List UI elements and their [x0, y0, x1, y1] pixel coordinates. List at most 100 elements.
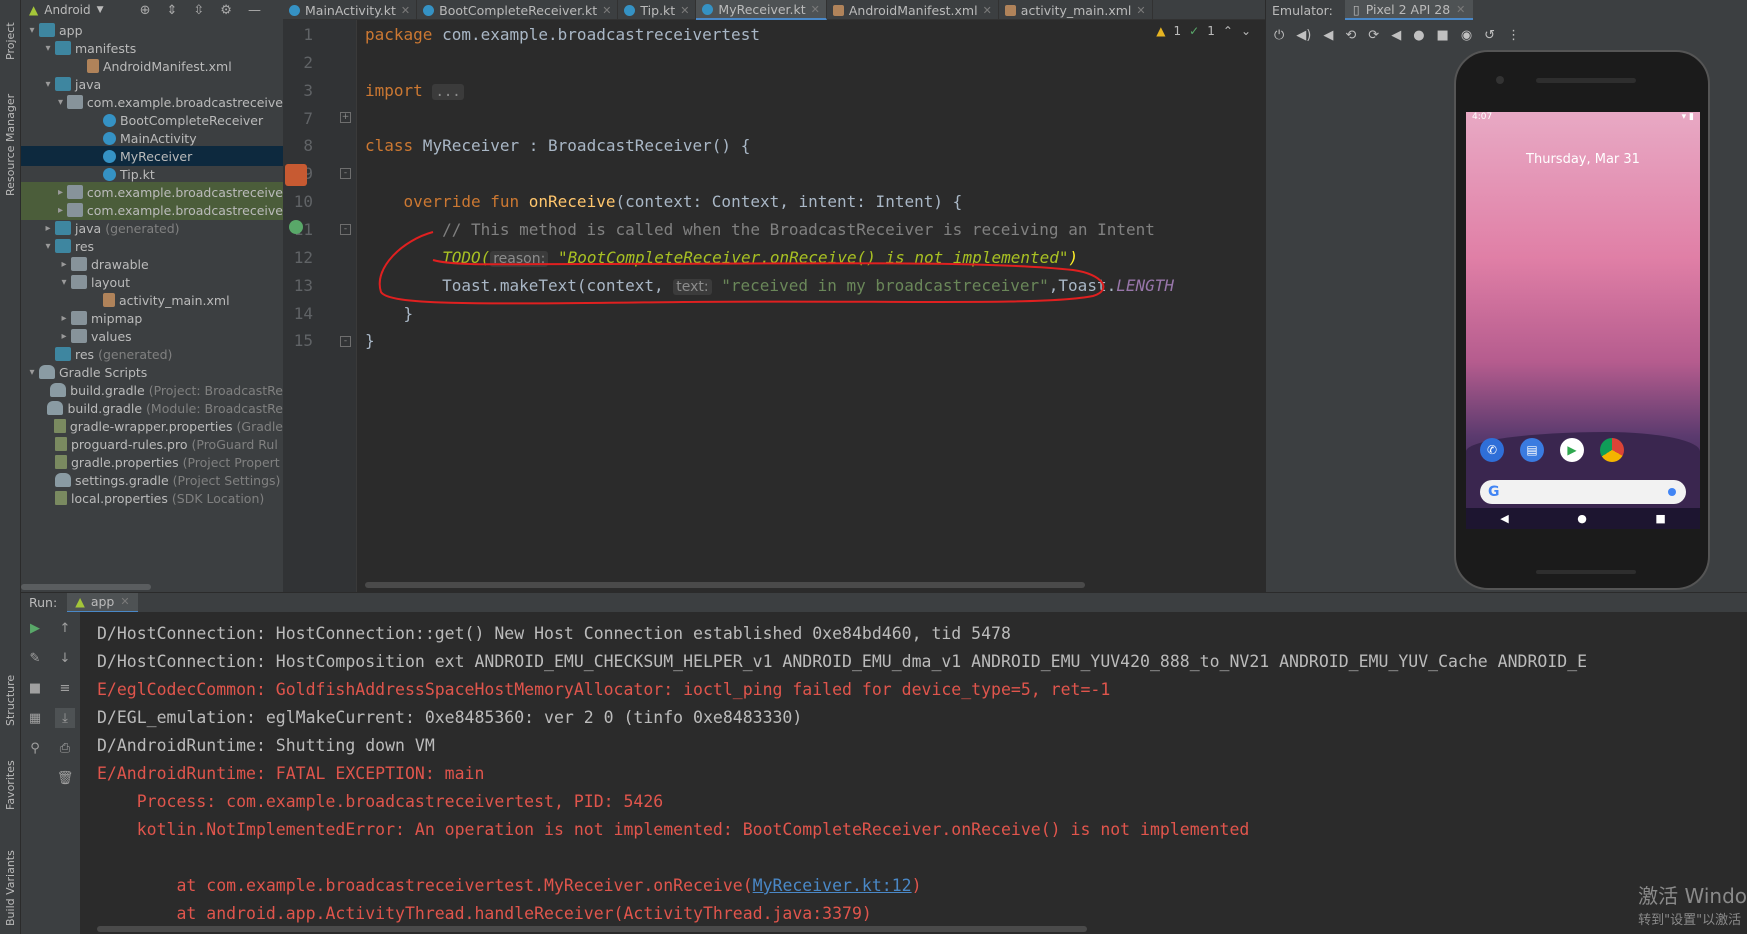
- editor-tab[interactable]: BootCompleteReceiver.kt ✕: [417, 0, 619, 20]
- chevron-right-icon[interactable]: ▸: [54, 205, 67, 216]
- tree-item[interactable]: ▸ com.example.broadcastreceive: [21, 182, 283, 202]
- scroll-up-icon[interactable]: ↑: [55, 618, 75, 638]
- editor-horizontal-scrollbar[interactable]: [365, 582, 1085, 588]
- tree-item[interactable]: ▾ app: [21, 20, 283, 40]
- device-tab[interactable]: ▯ Pixel 2 API 28 ✕: [1344, 0, 1474, 20]
- chevron-right-icon[interactable]: ▸: [41, 223, 55, 234]
- chrome-icon[interactable]: [1600, 438, 1624, 462]
- layout-icon[interactable]: ▦: [25, 708, 45, 728]
- scroll-to-end-icon[interactable]: ⤓: [55, 708, 75, 728]
- fold-fun-icon[interactable]: -: [340, 224, 351, 235]
- minimize-icon[interactable]: —: [248, 3, 261, 18]
- phone-app-icon[interactable]: ✆: [1480, 438, 1504, 462]
- fold-class-icon[interactable]: -: [340, 168, 351, 179]
- close-icon[interactable]: ✕: [811, 3, 820, 16]
- tree-item[interactable]: local.properties (SDK Location): [21, 488, 283, 508]
- tree-item[interactable]: MyReceiver: [21, 146, 283, 166]
- pin-icon[interactable]: ⚲: [25, 738, 45, 758]
- resource-manager-tool-tab[interactable]: Resource Manager: [2, 76, 19, 196]
- run-console[interactable]: D/HostConnection: HostConnection::get() …: [81, 612, 1747, 934]
- project-horizontal-scrollbar[interactable]: [21, 584, 151, 590]
- play-store-icon[interactable]: ▶: [1560, 438, 1584, 462]
- tree-item[interactable]: ▾ layout: [21, 272, 283, 292]
- close-icon[interactable]: ✕: [602, 4, 611, 17]
- editor-tab[interactable]: MainActivity.kt ✕: [283, 0, 418, 20]
- editor-tab[interactable]: Tip.kt ✕: [618, 0, 697, 20]
- tree-item[interactable]: ▾ Gradle Scripts: [21, 362, 283, 382]
- close-icon[interactable]: ✕: [680, 4, 689, 17]
- project-tool-tab[interactable]: Project: [2, 6, 19, 60]
- tree-item[interactable]: ▸ com.example.broadcastreceive: [21, 200, 283, 220]
- snapshot-icon[interactable]: ↺: [1484, 28, 1495, 43]
- close-icon[interactable]: ✕: [120, 595, 129, 608]
- google-search-bar[interactable]: G: [1480, 480, 1686, 504]
- chevron-down-icon[interactable]: ▾: [25, 367, 39, 378]
- chevron-right-icon[interactable]: ▸: [57, 313, 71, 324]
- close-icon[interactable]: ✕: [983, 4, 992, 17]
- chevron-down-icon[interactable]: ▾: [25, 25, 39, 36]
- tree-item[interactable]: build.gradle (Module: BroadcastRe: [21, 398, 283, 418]
- tree-item[interactable]: ▾ res: [21, 236, 283, 256]
- tree-item[interactable]: ▾ java: [21, 74, 283, 94]
- power-icon[interactable]: ⏻: [1274, 28, 1284, 43]
- mic-icon[interactable]: [1668, 488, 1676, 496]
- fold-import-icon[interactable]: +: [340, 112, 351, 123]
- more-icon[interactable]: ⋮: [1507, 28, 1520, 43]
- stack-frame-link[interactable]: MyReceiver.kt:12: [753, 876, 912, 895]
- chevron-down-icon[interactable]: ▾: [41, 43, 55, 54]
- close-icon[interactable]: ✕: [1456, 3, 1465, 16]
- home-nav-icon[interactable]: ●: [1577, 512, 1587, 525]
- chevron-right-icon[interactable]: ▸: [57, 331, 71, 342]
- tree-item[interactable]: activity_main.xml: [21, 290, 283, 310]
- back-icon[interactable]: ◀: [1391, 28, 1401, 43]
- chevron-down-icon[interactable]: ▾: [41, 241, 55, 252]
- editor-tab[interactable]: MyReceiver.kt ✕: [696, 0, 827, 20]
- chevron-right-icon[interactable]: ▸: [54, 187, 67, 198]
- code-editor[interactable]: 1 2 3 7 8 9 10 11 12 13 14 15 ▲ 1 ✓ 1 ⌃ ⌄ package com…: [283, 20, 1265, 592]
- print-icon[interactable]: ⎙: [55, 738, 75, 758]
- structure-tool-tab[interactable]: Structure: [2, 656, 19, 726]
- trash-icon[interactable]: 🗑: [55, 768, 75, 788]
- tree-item[interactable]: ▸ values: [21, 326, 283, 346]
- build-variants-tool-tab[interactable]: Build Variants: [2, 826, 19, 926]
- tree-item[interactable]: gradle.properties (Project Propert: [21, 452, 283, 472]
- soft-wrap-icon[interactable]: ≡: [55, 678, 75, 698]
- close-icon[interactable]: ✕: [1136, 4, 1145, 17]
- fold-end-icon[interactable]: -: [340, 336, 351, 347]
- tree-item[interactable]: ▾ manifests: [21, 38, 283, 58]
- rotate-right-icon[interactable]: ⟳: [1368, 28, 1379, 43]
- wrench-icon[interactable]: ✎: [25, 648, 45, 668]
- chevron-down-icon[interactable]: ▾: [57, 277, 71, 288]
- home-icon[interactable]: ●: [1413, 28, 1424, 43]
- tree-item[interactable]: BootCompleteReceiver: [21, 110, 283, 130]
- gear-icon[interactable]: ⚙: [220, 3, 232, 18]
- console-horizontal-scrollbar[interactable]: [97, 926, 1087, 932]
- tree-item[interactable]: build.gradle (Project: BroadcastRe: [21, 380, 283, 400]
- collapse-all-icon[interactable]: ⇳: [193, 3, 204, 18]
- expand-all-icon[interactable]: ⇕: [166, 3, 177, 18]
- back-nav-icon[interactable]: ◀: [1500, 512, 1508, 525]
- tree-item[interactable]: MainActivity: [21, 128, 283, 148]
- chevron-down-icon[interactable]: ▾: [41, 79, 55, 90]
- rotate-left-icon[interactable]: ⟲: [1345, 28, 1356, 43]
- messages-app-icon[interactable]: ▤: [1520, 438, 1544, 462]
- editor-tab[interactable]: AndroidManifest.xml ✕: [827, 0, 999, 20]
- tree-item[interactable]: settings.gradle (Project Settings): [21, 470, 283, 490]
- tree-item[interactable]: AndroidManifest.xml: [21, 56, 283, 76]
- stop-icon[interactable]: ■: [25, 678, 45, 698]
- chevron-down-icon[interactable]: ▼: [97, 5, 104, 15]
- tree-item[interactable]: res (generated): [21, 344, 283, 364]
- tree-item[interactable]: Tip.kt: [21, 164, 283, 184]
- camera-icon[interactable]: ◉: [1461, 28, 1472, 43]
- close-icon[interactable]: ✕: [401, 4, 410, 17]
- tree-item[interactable]: ▸ drawable: [21, 254, 283, 274]
- overview-icon[interactable]: ■: [1437, 28, 1449, 43]
- tree-item[interactable]: ▾ com.example.broadcastreceive: [21, 92, 283, 112]
- project-view-selector[interactable]: Android: [44, 3, 90, 17]
- recents-nav-icon[interactable]: ■: [1655, 512, 1665, 525]
- tree-item[interactable]: ▸ mipmap: [21, 308, 283, 328]
- volume-up-icon[interactable]: ◀): [1296, 28, 1311, 43]
- chevron-right-icon[interactable]: ▸: [57, 259, 71, 270]
- tree-item[interactable]: ▸ java (generated): [21, 218, 283, 238]
- scroll-down-icon[interactable]: ↓: [55, 648, 75, 668]
